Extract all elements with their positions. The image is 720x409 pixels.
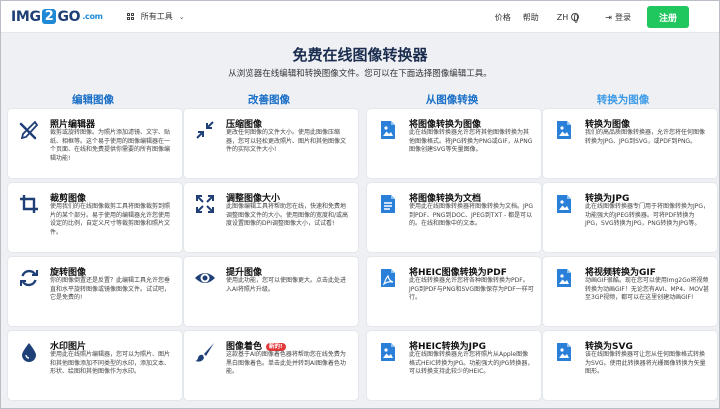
top-navbar: IMG 2 GO .com 所有工具 ⌄ 价格 帮助 ZH ⇥ 登录 注册 (1, 1, 719, 33)
tool-card[interactable]: 将图像转换为图像 此在线图像转换器允许您将其他图像转换为其他图像格式。将JPG转换… (367, 109, 541, 178)
tool-card-description: 这款基于AI的图像着色器将帮助您在线免费为黑白图像着色。单击此处并转到AI图像着… (226, 351, 346, 375)
crop-icon (18, 193, 40, 215)
tool-card[interactable]: 提升图像 使用此功能，您可以使图像更大。点击此处进入AI将照片升级。 (184, 257, 358, 326)
login-label: 登录 (615, 12, 631, 22)
tool-card-description: 使用此在线图像转换器将图像转换为文档。JPG到PDF、PNG到DOC、JPEG到… (409, 203, 534, 227)
tool-card[interactable]: 将图像转换为文档 使用此在线图像转换器将图像转换为文档。JPG到PDF、PNG到D… (367, 183, 541, 252)
logo-domain: .com (82, 12, 103, 21)
tool-card[interactable]: 裁剪图像 使用我们的在线图像裁剪工具将图像裁剪到照片的某个部分。易于使用的编辑器允… (8, 183, 182, 252)
tool-card-description: 此在线图像转换器允许您将照片从Apple图像格式HEIC转换为JPG。功能强大的… (409, 351, 534, 375)
image-file-icon (553, 193, 575, 215)
tool-card[interactable]: 将视频转换为GIF 动画GIF很酷。现在您可以使用Img2Go将视频转换为动画GI… (543, 257, 717, 326)
all-tools-menu[interactable]: 所有工具 ⌄ (126, 11, 185, 22)
tool-card[interactable]: 将HEIC转换为JPG 此在线图像转换器允许您将照片从Apple图像格式HEIC转… (367, 331, 541, 400)
drop-icon (18, 341, 40, 363)
column-title-edit: 编辑图像 (72, 94, 114, 106)
tool-card-description: 此在线图像转换器专门用于将图像转换为JPG，功能强大的JPEG转换器。可将PDF… (585, 203, 710, 227)
tool-card-description: 动画GIF很酷。现在您可以使用Img2Go将视频转换为动画GIF！无论您有AVI… (585, 277, 709, 301)
tool-card-description: 此图像编辑工具将帮助您在线，快速和免费地调整图像文件的大小。使用图像的宽度和/或… (226, 203, 349, 227)
resize-icon (194, 193, 216, 215)
login-link[interactable]: ⇥ 登录 (605, 12, 631, 23)
page-subtitle: 从浏览器在线编辑和转换图像文件。您可以在下面选择图像编辑工具。 (228, 69, 492, 79)
page-title: 免费在线图像转换器 (292, 46, 428, 64)
tool-card[interactable]: 转换为图像 我们的高品质图像转换器，允许您将任何图像转换为JPG、JPG到SVG，… (543, 109, 717, 178)
tool-card[interactable]: 转换为SVG 该在线图像转换器可让您从任何图像格式转换为SVG。使用此转换器将光栅… (543, 331, 717, 400)
logo-text: IMG (11, 8, 41, 25)
tools-icon (18, 119, 40, 141)
login-icon: ⇥ (605, 12, 612, 22)
tool-card[interactable]: 旋转图像 你的图像倒置还是反置？此编辑工具允许您垂直和水平旋转图像或镜像图像文件。… (8, 257, 182, 326)
tool-card[interactable]: 将HEIC图像转换为PDF 此在线转换器允许您将各种图像转换为PDF。JPG到PD… (367, 257, 541, 326)
nav-link-pricing[interactable]: 价格 (495, 12, 511, 23)
tool-card[interactable]: 水印图片 使用此在线照片编辑器，您可以为照片、图片和其他图像添加不同类型的水印，添… (8, 331, 182, 400)
new-badge: 新的! (266, 342, 286, 351)
image-file-icon (553, 267, 575, 289)
tool-card[interactable]: 图像着色 新的! 这款基于AI的图像着色器将帮助您在线免费为黑白图像着色。单击此处并… (184, 331, 358, 400)
logo-badge: 2 (41, 9, 57, 24)
language-label: ZH (556, 12, 569, 22)
grid-icon (126, 13, 134, 20)
tool-card-description: 我们的高品质图像转换器，允许您将任何图像转换为JPG、JPG到SVG，或PDF到… (585, 129, 706, 145)
column-title-convert-to: 转换为图像 (596, 94, 650, 106)
compress-icon (194, 119, 216, 141)
image-file-icon (553, 341, 575, 363)
tool-card-description: 该在线图像转换器可让您从任何图像格式转换为SVG。使用此转换器将光栅图像转换为矢… (585, 351, 706, 375)
image-file-icon (377, 341, 399, 363)
logo-text-end: GO (57, 8, 81, 25)
tool-card-description: 裁剪或旋转图像。为照片添加滤镜、文字、贴纸、相框等。这个易于使用的图像编辑器在一… (50, 129, 171, 162)
tool-card[interactable]: 转换为JPG 此在线图像转换器专门用于将图像转换为JPG，功能强大的JPEG转换器… (543, 183, 717, 252)
tool-card-description: 你的图像倒置还是反置？此编辑工具允许您垂直和水平旋转图像或镜像图像文件。试试吧，… (50, 277, 171, 301)
tool-card[interactable]: 压缩图像 更改任何图像的文件大小。使用此图像压缩器，您可以轻松更改照片、图片和其他… (184, 109, 358, 178)
language-selector[interactable]: ZH (556, 12, 580, 23)
tool-card-description: 使用此在线照片编辑器，您可以为照片、图片和其他图像添加不同类型的水印，添加文本、… (50, 351, 171, 375)
signup-button[interactable]: 注册 (647, 6, 689, 28)
image-file-icon (553, 119, 575, 141)
image-file-icon (377, 119, 399, 141)
chevron-down-icon: ⌄ (178, 12, 185, 21)
tool-card-description: 更改任何图像的文件大小。使用此图像压缩器，您可以轻松更改照片、图片和其他图像文件… (226, 129, 347, 153)
document-icon (377, 193, 399, 215)
column-title-convert-from: 从图像转换 (425, 94, 479, 106)
nav-right: 价格 帮助 ZH ⇥ 登录 注册 (495, 1, 719, 33)
nav-link-help[interactable]: 帮助 (523, 12, 539, 23)
tool-card-description: 此在线转换器允许您将各种图像转换为PDF。JPG到PDF与PNG和SVG图像保存… (409, 277, 534, 301)
rotate-icon (18, 267, 40, 289)
column-title-improve: 改善图像 (248, 94, 290, 106)
globe-icon (571, 13, 580, 23)
tool-card[interactable]: 调整图像大小 此图像编辑工具将帮助您在线，快速和免费地调整图像文件的大小。使用图像… (184, 183, 358, 252)
eye-icon (194, 267, 216, 289)
tool-card-description: 使用我们的在线图像裁剪工具将图像裁剪到照片的某个部分。易于使用的编辑器允许您使用… (50, 203, 171, 236)
all-tools-label: 所有工具 (140, 12, 173, 21)
tool-card[interactable]: 照片编辑器 裁剪或旋转图像。为照片添加滤镜、文字、贴纸、相框等。这个易于使用的图像… (8, 109, 182, 178)
brush-icon (194, 341, 216, 363)
tool-card-description: 此在线图像转换器允许您将其他图像转换为其他图像格式。将JPG转换为PNG或GIF… (409, 129, 533, 153)
site-logo[interactable]: IMG 2 GO .com (11, 9, 103, 25)
tool-card-description: 使用此功能，您可以使图像更大。点击此处进入AI将照片升级。 (226, 277, 347, 293)
pdf-icon (377, 267, 399, 289)
